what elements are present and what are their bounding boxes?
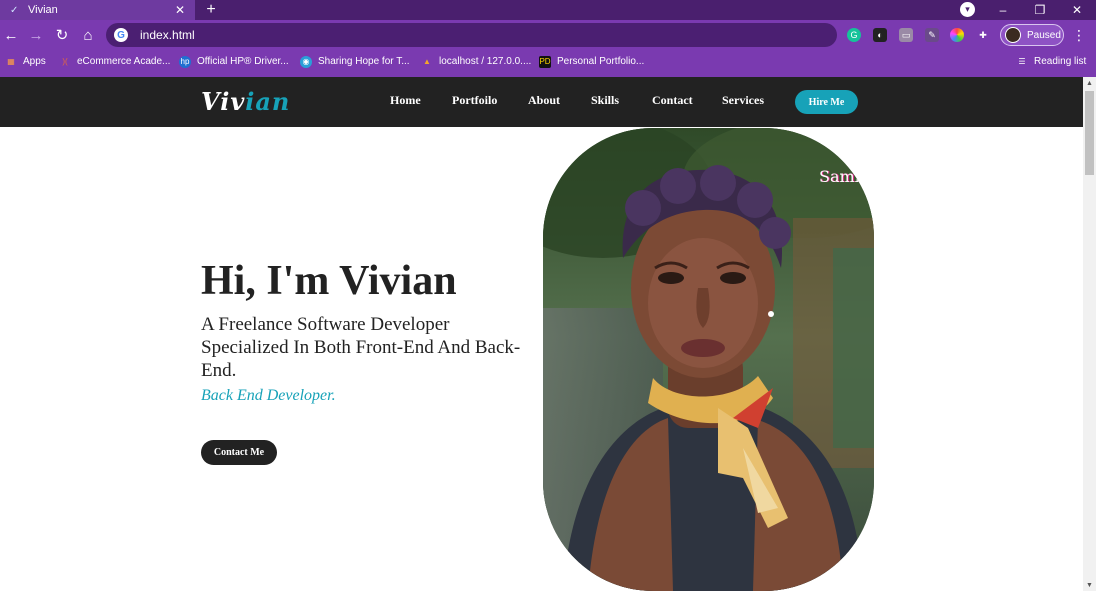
bookmark-hp[interactable]: hp Official HP® Driver...	[179, 50, 289, 73]
page-viewport: Vivian Home Portfoilo About Skills Conta…	[0, 77, 1083, 591]
reading-list-button[interactable]: ☰ Reading list	[1016, 50, 1086, 73]
nav-services[interactable]: Services	[722, 93, 764, 108]
tab-title: Vivian	[28, 4, 58, 16]
bookmark-label: Apps	[23, 56, 46, 67]
tab-close-icon[interactable]: ✕	[172, 0, 188, 20]
apps-grid-icon: ▦	[7, 57, 15, 66]
nav-home[interactable]: Home	[390, 93, 421, 108]
hero-title: Hi, I'm Vivian	[201, 258, 457, 304]
nav-portfolio[interactable]: Portfoilo	[452, 93, 497, 108]
page-scrollbar[interactable]: ▲ ▼	[1083, 77, 1096, 591]
photo-watermark: Samic	[819, 167, 869, 186]
profile-photo: Samic	[543, 128, 874, 591]
scroll-down-icon[interactable]: ▼	[1083, 579, 1096, 591]
bookmarks-bar: ▦ Apps )( eCommerce Acade... hp Official…	[0, 50, 1096, 73]
contact-me-button[interactable]: Contact Me	[201, 440, 277, 465]
bookmark-apps[interactable]: ▦ Apps	[5, 50, 46, 73]
color-picker-extension-icon[interactable]	[950, 28, 964, 42]
phpmyadmin-favicon-icon: ▲	[423, 57, 431, 66]
avatar	[1005, 27, 1021, 43]
bookmark-label: localhost / 127.0.0....	[439, 56, 532, 67]
reading-list-label: Reading list	[1034, 56, 1087, 67]
bookmark-localhost[interactable]: ▲ localhost / 127.0.0....	[421, 50, 531, 73]
extension-eyedropper-icon[interactable]: ✎	[925, 28, 939, 42]
grammarly-extension-icon[interactable]: G	[847, 28, 861, 42]
scroll-up-icon[interactable]: ▲	[1083, 77, 1096, 89]
profile-status: Paused	[1027, 29, 1061, 41]
portrait-illustration	[543, 128, 874, 591]
hero-role-typed: Back End Developer.	[201, 387, 336, 404]
bookmark-label: Sharing Hope for T...	[318, 56, 410, 67]
bookmark-label: eCommerce Acade...	[77, 56, 171, 67]
extension-icon[interactable]: ◐	[873, 28, 887, 42]
hire-me-button[interactable]: Hire Me	[795, 90, 858, 114]
site-navbar: Vivian Home Portfoilo About Skills Conta…	[0, 77, 1083, 127]
nav-skills[interactable]: Skills	[591, 93, 619, 108]
google-icon: G	[114, 28, 128, 42]
reload-icon[interactable]: ↻	[52, 25, 72, 45]
window-close-icon[interactable]: ✕	[1062, 0, 1092, 20]
reading-list-icon: ☰	[1018, 57, 1026, 66]
portfolio-favicon-icon: PD	[539, 55, 551, 68]
back-icon[interactable]: ←	[1, 25, 21, 45]
browser-toolbar: ← → ↻ ⌂ G index.html G ◐ ▭ ✎ ✚ Paused ⋮	[0, 20, 1096, 50]
hp-favicon-icon: hp	[179, 55, 191, 68]
ecommerce-favicon-icon: )(	[62, 57, 68, 66]
profile-button[interactable]: Paused	[1000, 24, 1064, 46]
bookmark-label: Official HP® Driver...	[197, 56, 289, 67]
nav-contact[interactable]: Contact	[652, 93, 693, 108]
logo-part-2: ian	[245, 87, 291, 116]
minimize-icon[interactable]: –	[988, 0, 1018, 20]
extension-pdf-icon[interactable]: ▭	[899, 28, 913, 42]
address-bar[interactable]: G index.html	[106, 23, 837, 47]
sharing-hope-favicon-icon: ◉	[300, 55, 312, 68]
active-tab[interactable]: ✓ Vivian ✕	[0, 0, 195, 20]
bookmark-ecommerce[interactable]: )( eCommerce Acade...	[59, 50, 170, 73]
home-icon[interactable]: ⌂	[78, 25, 98, 45]
restore-icon[interactable]: ❐	[1025, 0, 1055, 20]
extensions-puzzle-icon[interactable]: ✚	[976, 28, 990, 42]
browser-tab-strip: ✓ Vivian ✕ + ▾ – ❐ ✕	[0, 0, 1096, 20]
nav-about[interactable]: About	[528, 93, 560, 108]
logo-part-1: Viv	[201, 87, 246, 116]
tab-favicon-icon: ✓	[10, 4, 19, 16]
forward-icon[interactable]: →	[26, 25, 46, 45]
scroll-thumb[interactable]	[1085, 91, 1094, 175]
browser-menu-icon[interactable]: ⋮	[1072, 25, 1086, 45]
tab-search-icon[interactable]: ▾	[960, 2, 975, 17]
bookmark-label: Personal Portfolio...	[557, 56, 645, 67]
bookmark-portfolio[interactable]: PD Personal Portfolio...	[539, 50, 644, 73]
site-logo[interactable]: Vivian	[201, 87, 290, 116]
hero-subtitle: A Freelance Software Developer Specializ…	[201, 314, 521, 381]
url-text: index.html	[140, 28, 195, 42]
bookmark-sharing-hope[interactable]: ◉ Sharing Hope for T...	[300, 50, 410, 73]
new-tab-icon[interactable]: +	[202, 0, 220, 20]
